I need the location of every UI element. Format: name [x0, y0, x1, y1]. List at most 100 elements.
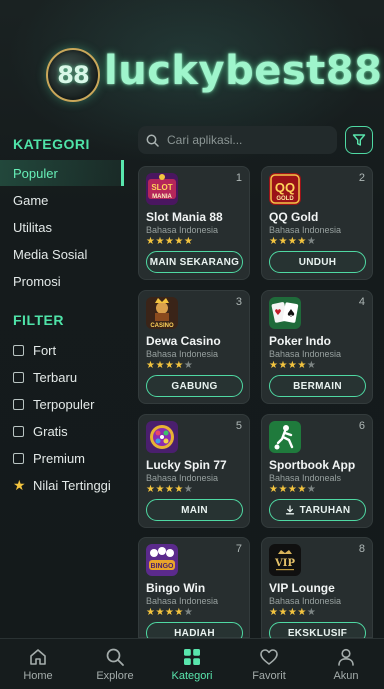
- nav-favorit[interactable]: Favorit: [231, 639, 307, 689]
- app-language: Bahasa Indonesia: [269, 349, 342, 359]
- svg-text:♠: ♠: [286, 307, 296, 320]
- nav-label: Explore: [96, 670, 134, 682]
- grid-icon: [184, 649, 200, 665]
- svg-text:VIP: VIP: [274, 558, 295, 569]
- nav-label: Akun: [333, 670, 359, 682]
- sidebar-item-utilitas[interactable]: Utilitas: [0, 214, 124, 240]
- app-language: Bahasa Indonesia: [146, 349, 219, 359]
- app-card-6[interactable]: 6 Sportbook App Bahasa Indoneals ★★★★★ T…: [261, 414, 373, 528]
- checkbox-icon[interactable]: [13, 425, 24, 437]
- filter-terbaru[interactable]: Terbaru: [13, 367, 77, 387]
- main-button[interactable]: MAIN: [146, 499, 243, 521]
- button-label: MAIN: [181, 504, 208, 516]
- svg-text:SLOT: SLOT: [151, 183, 172, 192]
- search-icon: [146, 134, 159, 147]
- app-language: Bahasa Indoneals: [269, 473, 342, 483]
- svg-text:CASINO: CASINO: [150, 323, 174, 329]
- nav-label: Favorit: [252, 670, 286, 682]
- nav-kategori[interactable]: Kategori: [154, 639, 230, 689]
- app-card-8[interactable]: 8 VIP VIP Lounge Bahasa Indonesia ★★★★★ …: [261, 537, 373, 644]
- rank-number: 8: [358, 543, 365, 555]
- button-label: UNDUH: [298, 256, 337, 268]
- qq-gold-icon: QQ GOLD: [269, 173, 301, 205]
- main-sekarang-button[interactable]: MAIN SEKARANG: [146, 251, 243, 273]
- filter-gratis[interactable]: Gratis: [13, 421, 68, 441]
- app-card-7[interactable]: 7 BINGO Bingo Win Bahasa Indonesia ★★★★★…: [138, 537, 250, 644]
- taruhan-button[interactable]: TARUHAN: [269, 499, 366, 521]
- checkbox-icon[interactable]: [13, 452, 24, 464]
- bermain-button[interactable]: BERMAIN: [269, 375, 366, 397]
- sidebar-item-populer[interactable]: Populer: [0, 160, 124, 186]
- filter-label: Gratis: [33, 423, 68, 439]
- rank-number: 1: [235, 172, 242, 184]
- app-name: Poker Indo: [269, 334, 332, 348]
- vip-lounge-icon: VIP: [269, 544, 301, 576]
- star-rating: ★★★★★: [269, 360, 317, 371]
- logo-badge: 88: [46, 48, 100, 102]
- app-name: Lucky Spin 77: [146, 458, 227, 472]
- sidebar-item-label: Promosi: [13, 273, 61, 289]
- sidebar-item-media-sosial[interactable]: Media Sosial: [0, 241, 124, 267]
- dewa-casino-icon: CASINO: [146, 297, 178, 329]
- filter-heading: FILTER: [13, 312, 64, 328]
- svg-text:BINGO: BINGO: [151, 563, 175, 570]
- button-label: EKSKLUSIF: [287, 627, 348, 639]
- checkbox-icon[interactable]: [13, 398, 24, 410]
- search-input[interactable]: [165, 132, 329, 148]
- star-rating: ★★★★★: [146, 360, 194, 371]
- app-language: Bahasa Indonesia: [269, 225, 342, 235]
- gabung-button[interactable]: GABUNG: [146, 375, 243, 397]
- filter-button[interactable]: [345, 126, 373, 154]
- unduh-button[interactable]: UNDUH: [269, 251, 366, 273]
- nav-home[interactable]: Home: [0, 639, 76, 689]
- rank-number: 6: [358, 420, 365, 432]
- soccer-player-icon: [269, 421, 301, 453]
- app-language: Bahasa Indonesia: [146, 225, 219, 235]
- heart-icon: [260, 649, 278, 665]
- app-name: VIP Lounge: [269, 581, 335, 595]
- search-icon: [106, 648, 124, 666]
- app-card-5[interactable]: 5 Lucky Spin 77 Bahasa Indonesia ★★★★★ M…: [138, 414, 250, 528]
- svg-text:♥: ♥: [274, 308, 281, 317]
- sidebar-item-label: Populer: [13, 165, 58, 181]
- download-icon: [285, 505, 294, 515]
- checkbox-icon[interactable]: [13, 344, 24, 356]
- filter-fort[interactable]: Fort: [13, 340, 56, 360]
- user-icon: [338, 648, 354, 666]
- nav-explore[interactable]: Explore: [77, 639, 153, 689]
- app-name: Dewa Casino: [146, 334, 221, 348]
- app-language: Bahasa Indonesia: [146, 596, 219, 606]
- home-icon: [30, 649, 46, 665]
- filter-nilai-tertinggi[interactable]: ★ Nilai Tertinggi: [13, 475, 111, 495]
- funnel-icon: [352, 134, 366, 146]
- checkbox-icon[interactable]: [13, 371, 24, 383]
- star-rating: ★★★★★: [146, 607, 194, 618]
- filter-label: Nilai Tertinggi: [33, 477, 111, 493]
- rank-number: 5: [235, 420, 242, 432]
- svg-text:GOLD: GOLD: [276, 196, 294, 202]
- nav-label: Kategori: [171, 670, 213, 682]
- lucky-spin-icon: [146, 421, 178, 453]
- app-card-3[interactable]: 3 CASINO Dewa Casino Bahasa Indonesia ★★…: [138, 290, 250, 404]
- filter-terpopuler[interactable]: Terpopuler: [13, 394, 94, 414]
- filter-label: Fort: [33, 342, 57, 358]
- rank-number: 3: [235, 296, 242, 308]
- app-name: Slot Mania 88: [146, 210, 223, 224]
- bingo-icon: BINGO: [146, 544, 178, 576]
- sidebar-item-game[interactable]: Game: [0, 187, 124, 213]
- star-rating: ★★★★★: [269, 236, 317, 247]
- app-header: 88 luckybest88: [0, 0, 384, 128]
- app-language: Bahasa Indonesia: [146, 473, 219, 483]
- search-bar[interactable]: [138, 126, 337, 154]
- filter-premium[interactable]: Premium: [13, 448, 85, 468]
- app-name: Sportbook App: [269, 458, 356, 472]
- app-card-2[interactable]: 2 QQ GOLD QQ Gold Bahasa Indonesia ★★★★★…: [261, 166, 373, 280]
- sidebar-item-label: Game: [13, 192, 49, 208]
- app-name: Bingo Win: [146, 581, 206, 595]
- bottom-nav: Home Explore Kategori Favorit Akun: [0, 638, 384, 689]
- svg-text:QQ: QQ: [275, 180, 295, 195]
- nav-akun[interactable]: Akun: [308, 639, 384, 689]
- app-card-4[interactable]: 4 ♠ ♥ Poker Indo Bahasa Indonesia ★★★★★ …: [261, 290, 373, 404]
- app-card-1[interactable]: 1 SLOT MANIA Slot Mania 88 Bahasa Indone…: [138, 166, 250, 280]
- sidebar-item-promosi[interactable]: Promosi: [0, 268, 124, 294]
